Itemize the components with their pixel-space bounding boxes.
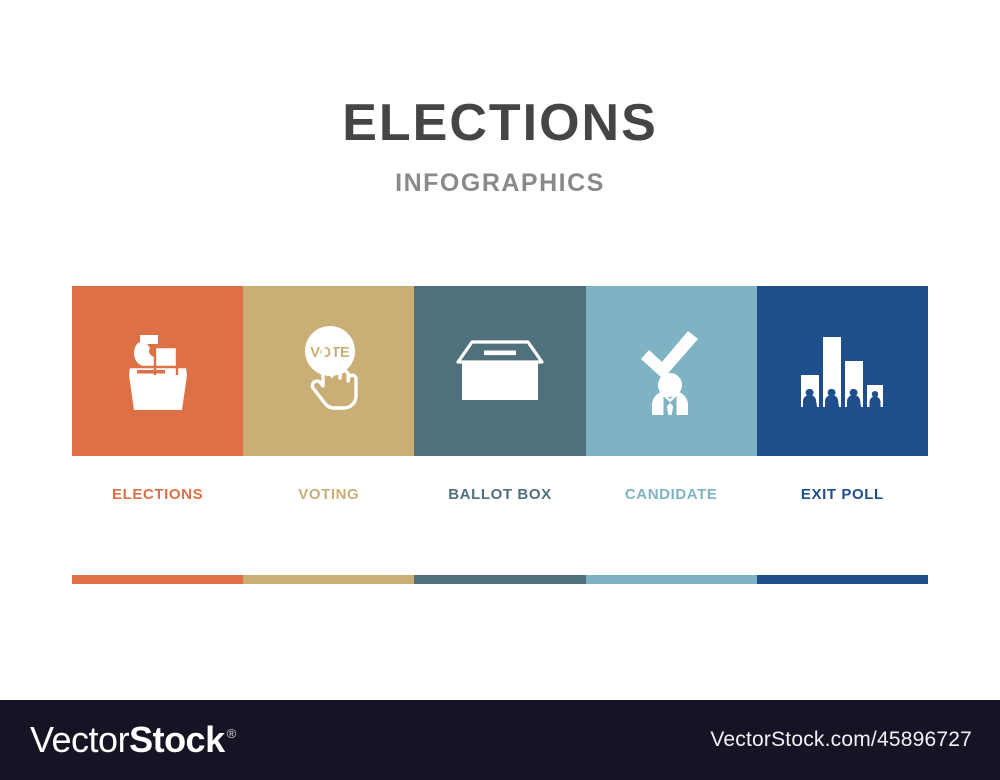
stock-image-url: VectorStock.com/45896727 (710, 728, 972, 751)
step-label-elections: ELECTIONS (111, 486, 204, 503)
vectorstock-logo[interactable]: Vector Stock ® (30, 719, 236, 761)
step-label-voting: VOTING (298, 486, 360, 503)
color-bar-segment-voting (243, 575, 415, 584)
label-cell-ballot-box: BALLOT BOX (414, 486, 585, 504)
candidate-check-icon (641, 331, 699, 415)
registered-trademark-icon: ® (226, 726, 237, 741)
color-bar-segment-exit-poll (756, 575, 928, 584)
ballot-hand-icon (128, 335, 187, 410)
panel-voting[interactable]: VOTE (243, 286, 415, 456)
bar-chart-people-icon (801, 337, 884, 407)
panel-candidate[interactable] (585, 286, 757, 456)
color-bar-segment-candidate (585, 575, 757, 584)
color-bar-segment-ballot-box (414, 575, 586, 584)
step-label-ballot-box: BALLOT BOX (448, 486, 552, 503)
footer-color-bar (72, 575, 928, 584)
label-cell-elections: ELECTIONS (72, 486, 243, 504)
label-cell-voting: VOTING (243, 486, 414, 504)
logo-text-vector: Vector (30, 719, 130, 760)
ballot-box-icon (456, 340, 544, 400)
step-label-exit-poll: EXIT POLL (800, 486, 884, 503)
color-bar-segment-elections (72, 575, 244, 584)
vote-cursor-icon: VOTE (304, 326, 358, 410)
panel-elections[interactable] (72, 286, 244, 456)
page-subtitle: INFOGRAPHICS (395, 168, 605, 197)
label-cell-candidate: CANDIDATE (586, 486, 757, 504)
watermark-footer: Vector Stock ® VectorStock.com/45896727 (0, 700, 1000, 780)
panel-exit-poll[interactable] (756, 286, 928, 456)
step-label-candidate: CANDIDATE (624, 486, 718, 503)
infographic-panel-strip: VOTE (72, 286, 928, 456)
logo-text-stock: Stock (129, 719, 225, 760)
label-cell-exit-poll: EXIT POLL (757, 486, 928, 504)
page-header: ELECTIONS INFOGRAPHICS (0, 96, 1000, 198)
step-label-row: ELECTIONS VOTING BALLOT BOX CANDIDATE EX… (72, 486, 928, 504)
panel-ballot-box[interactable] (414, 286, 586, 456)
page-title: ELECTIONS (342, 94, 658, 152)
